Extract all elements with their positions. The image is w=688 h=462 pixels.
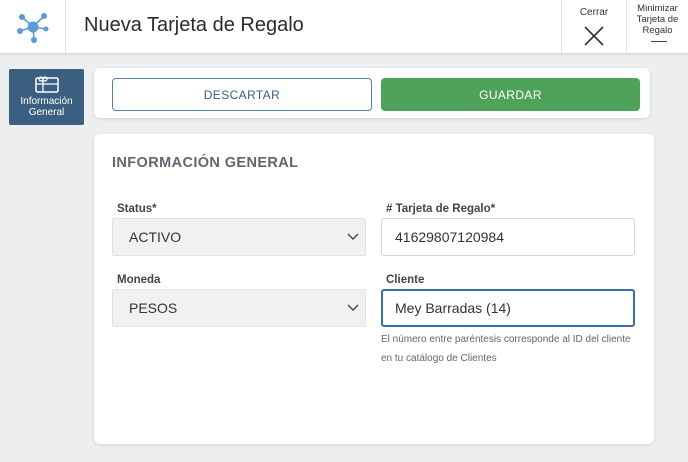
chevron-down-icon	[347, 233, 359, 240]
sidebar-item-label: Información General	[20, 96, 73, 118]
actions-bar: DESCARTAR GUARDAR	[94, 68, 650, 118]
currency-label: Moneda	[117, 274, 161, 286]
currency-value: PESOS	[129, 300, 178, 316]
general-info-form: INFORMACIÓN GENERAL Status* ACTIVO # Tar…	[94, 134, 654, 444]
gift-card-icon	[34, 76, 59, 93]
client-label: Cliente	[386, 274, 425, 286]
gift-card-number-label: # Tarjeta de Regalo*	[386, 203, 496, 215]
save-button[interactable]: GUARDAR	[381, 78, 640, 111]
status-value: ACTIVO	[129, 229, 182, 245]
minimize-button[interactable]: Minimizar Tarjeta de Regalo	[626, 0, 688, 53]
discard-button[interactable]: DESCARTAR	[112, 78, 372, 111]
minimize-label: Minimizar Tarjeta de Regalo	[636, 3, 679, 36]
close-label: Cerrar	[579, 7, 609, 18]
gift-card-number-input[interactable]: 41629807120984	[381, 218, 635, 256]
close-button[interactable]: Cerrar	[561, 0, 626, 53]
close-icon	[584, 26, 604, 46]
top-bar: Nueva Tarjeta de Regalo Cerrar Minimizar…	[0, 0, 688, 54]
status-select[interactable]: ACTIVO	[112, 218, 366, 256]
page-title: Nueva Tarjeta de Regalo	[84, 14, 304, 36]
section-title: INFORMACIÓN GENERAL	[112, 155, 299, 171]
app-logo[interactable]	[0, 0, 66, 53]
chevron-down-icon	[347, 304, 359, 311]
client-hint: El número entre paréntesis corresponde a…	[381, 334, 631, 364]
currency-select[interactable]: PESOS	[112, 289, 366, 327]
sidebar-item-informacion-general[interactable]: Información General	[9, 69, 84, 125]
client-input[interactable]: Mey Barradas (14)	[381, 289, 635, 327]
status-label: Status*	[117, 203, 157, 215]
network-logo-icon	[16, 12, 48, 43]
minimize-icon	[651, 41, 667, 42]
